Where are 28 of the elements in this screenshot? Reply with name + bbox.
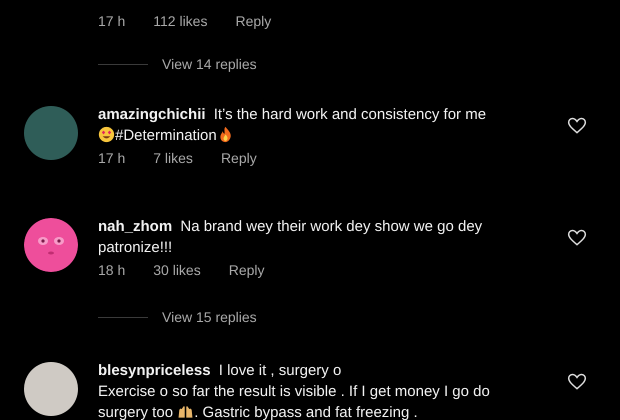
reply-link[interactable]: Reply [228, 262, 265, 278]
like-heart-icon[interactable] [567, 372, 587, 392]
like-heart-icon[interactable] [567, 116, 587, 136]
reply-link[interactable]: Reply [220, 150, 257, 166]
comment-time: 17 h [98, 13, 126, 29]
username-link[interactable]: amazingchichii [98, 106, 206, 123]
reply-link[interactable]: Reply [235, 13, 272, 29]
likes-count-link[interactable]: 112 likes [153, 13, 208, 29]
username-link[interactable]: nah_zhom [98, 218, 172, 235]
raised-hands-emoji-icon [177, 403, 194, 420]
comment-time: 17 h [98, 150, 126, 166]
comment-text: surgery too . Gastric bypass and fat freezing . [98, 404, 418, 420]
comment-text: It’s the hard work and consistency for me [214, 106, 486, 123]
likes-count-link[interactable]: 7 likes [153, 150, 193, 166]
comment-text: Exercise o so far the result is visible . If I get money I go do [98, 383, 490, 400]
view-replies-link[interactable]: View 15 replies [162, 309, 257, 325]
username-link[interactable]: blesynpriceless [98, 362, 211, 379]
comment-text: patronize!!! [98, 239, 172, 256]
comment-text: #Determination [98, 127, 234, 144]
avatar-drawing[interactable] [24, 218, 78, 272]
comment-text: Na brand wey their work dey show we go dey [180, 218, 482, 235]
heart-eyes-emoji-icon [98, 126, 115, 143]
likes-count-link[interactable]: 30 likes [153, 262, 201, 278]
comment-text: I love it , surgery o [218, 362, 342, 379]
avatar-photo-placeholder[interactable] [24, 362, 78, 416]
comment-time: 18 h [98, 262, 126, 278]
like-heart-icon[interactable] [567, 228, 587, 248]
view-replies-link[interactable]: View 14 replies [162, 56, 257, 72]
